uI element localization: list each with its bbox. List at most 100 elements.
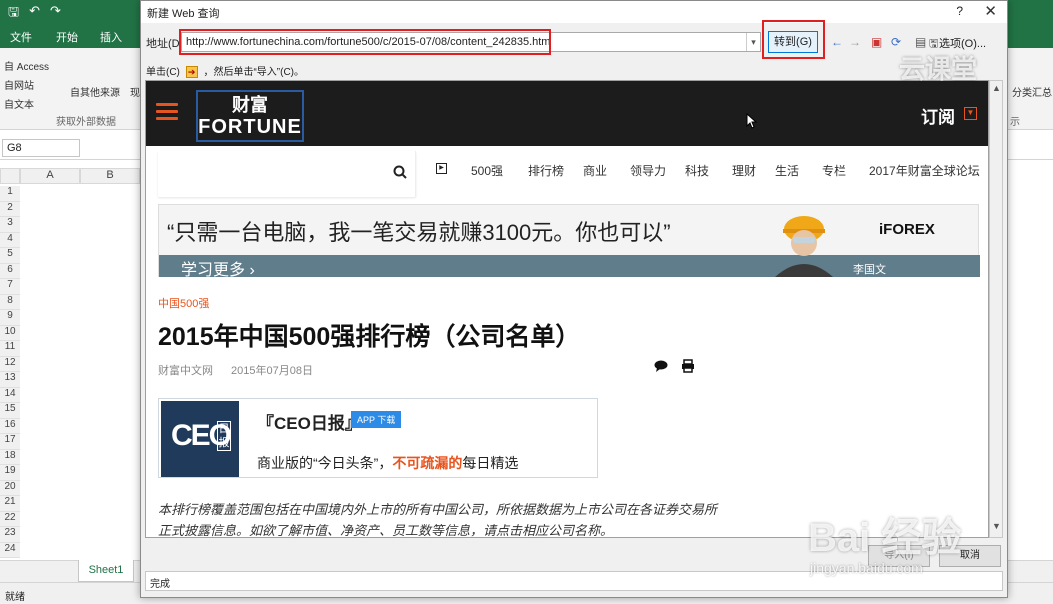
subtotal-button[interactable]: 分类汇总 xyxy=(1012,84,1052,99)
row-header[interactable]: 15 xyxy=(0,403,20,419)
ad-cta[interactable]: 学习更多 › xyxy=(181,256,255,280)
ad-person-image xyxy=(775,216,833,277)
nav-item-business[interactable]: 商业 xyxy=(583,162,607,179)
subscribe-dropdown-icon[interactable]: ▼ xyxy=(964,107,977,120)
row-header[interactable]: 2 xyxy=(0,201,20,217)
undo-icon[interactable]: ↶ xyxy=(29,3,40,25)
row-header[interactable]: 14 xyxy=(0,387,20,403)
row-header[interactable]: 4 xyxy=(0,232,20,248)
row-header[interactable]: 8 xyxy=(0,294,20,310)
fortune-logo[interactable]: 财富 FORTUNE xyxy=(196,90,304,142)
row-header[interactable]: 1 xyxy=(0,186,20,202)
hint-suffix: ，然后单击“导入”(C)。 xyxy=(203,67,304,78)
row-header[interactable]: 13 xyxy=(0,372,20,388)
tab-insert[interactable]: 插入 xyxy=(100,29,122,45)
select-all-corner[interactable] xyxy=(0,168,20,184)
from-web-button[interactable]: 自网站 xyxy=(4,77,34,92)
stop-icon[interactable]: ▣ xyxy=(871,35,882,49)
ad-person-name: 李国文 xyxy=(853,264,886,276)
mouse-cursor-icon xyxy=(746,113,758,129)
ad-brand: iFOREX xyxy=(879,221,935,238)
nav-item-tech[interactable]: 科技 xyxy=(685,162,709,179)
nav-item-life[interactable]: 生活 xyxy=(775,162,799,179)
web-scrollbar[interactable]: ▲ ▼ xyxy=(989,80,1003,538)
instruction-text: 单击(C) ➔ ，然后单击“导入”(C)。 xyxy=(146,63,304,79)
save-icon[interactable]: 🖫 xyxy=(8,3,19,25)
ceo-daily-title: 『CEO日报』 xyxy=(257,414,362,433)
tab-home[interactable]: 开始 xyxy=(56,29,78,45)
row-header[interactable]: 17 xyxy=(0,434,20,450)
column-header-b[interactable]: B xyxy=(80,168,140,184)
address-dropdown-icon[interactable]: ▾ xyxy=(746,33,760,51)
column-header-a[interactable]: A xyxy=(20,168,80,184)
sheet-tab-sheet1[interactable]: Sheet1 xyxy=(78,560,134,582)
row-header[interactable]: 23 xyxy=(0,527,20,543)
nav-item-forum[interactable]: 2017年财富全球论坛 xyxy=(869,162,980,179)
baidu-url-watermark: jingyan.baidu.com xyxy=(810,560,923,576)
ceo-daily-logo: CEO 日报 xyxy=(161,401,239,477)
ceo-logo-sub: 日报 xyxy=(217,421,231,451)
print-icon[interactable] xyxy=(681,359,695,373)
back-arrow-icon[interactable]: ← xyxy=(831,35,843,49)
nav-item-rankings[interactable]: 排行榜 xyxy=(528,162,564,179)
row-header[interactable]: 19 xyxy=(0,465,20,481)
row-header[interactable]: 21 xyxy=(0,496,20,512)
row-header[interactable]: 22 xyxy=(0,511,20,527)
name-box[interactable]: G8 xyxy=(2,139,80,157)
nav-item-finance[interactable]: 理财 xyxy=(732,162,756,179)
subscribe-link[interactable]: 订阅 xyxy=(921,103,955,128)
quick-access-toolbar: 🖫 ↶ ↷ xyxy=(8,3,61,25)
article-date: 2015年07月08日 xyxy=(231,365,313,377)
scroll-up-icon[interactable]: ▲ xyxy=(992,83,1001,93)
highlight-go-button xyxy=(762,20,825,59)
row-header[interactable]: 24 xyxy=(0,542,20,558)
article-source: 财富中文网 xyxy=(158,365,213,377)
row-header[interactable]: 11 xyxy=(0,341,20,357)
refresh-icon[interactable]: ⟳ xyxy=(891,35,901,49)
comment-icon[interactable] xyxy=(654,360,668,372)
row-header[interactable]: 16 xyxy=(0,418,20,434)
forward-arrow-icon[interactable]: → xyxy=(849,35,861,49)
video-play-icon[interactable]: ▶ xyxy=(436,163,447,174)
ribbon-group-label: 获取外部数据 xyxy=(56,117,116,128)
row-header[interactable]: 18 xyxy=(0,449,20,465)
logo-cn: 财富 xyxy=(232,95,268,115)
highlight-address xyxy=(179,29,551,55)
article-description: 本排行榜覆盖范围包括在中国境内外上市的所有中国公司，所依据数据为上市公司在各证券… xyxy=(158,502,718,538)
app-download-badge[interactable]: APP 下载 xyxy=(351,411,402,428)
ad-banner[interactable]: “只需一台电脑，我一笔交易就赚3100元。你也可以” 学习更多 › iFOREX… xyxy=(158,204,980,280)
from-text-button[interactable]: 自文本 xyxy=(4,96,34,111)
row-header[interactable]: 20 xyxy=(0,480,20,496)
search-icon[interactable] xyxy=(393,165,407,179)
tagline-part-c: 每日精选 xyxy=(462,455,519,471)
other-sources-button[interactable]: 自其他来源 xyxy=(70,84,120,99)
close-icon[interactable]: ✕ xyxy=(984,2,997,20)
article-title: 2015年中国500强排行榜（公司名单） xyxy=(158,323,581,351)
row-header[interactable]: 3 xyxy=(0,217,20,233)
site-header: 财富 FORTUNE 订阅 ▼ xyxy=(146,81,988,146)
nav-item-500[interactable]: 500强 xyxy=(471,162,503,179)
nav-item-column[interactable]: 专栏 xyxy=(822,162,846,179)
row-header[interactable]: 7 xyxy=(0,279,20,295)
existing-connections-button[interactable]: 现 xyxy=(130,84,140,99)
web-preview[interactable]: 财富 FORTUNE 订阅 ▼ ▶ 500强 排行榜 商业 领导力 科技 理财 xyxy=(145,80,989,538)
row-header[interactable]: 10 xyxy=(0,325,20,341)
article-category[interactable]: 中国500强 xyxy=(158,295,209,311)
scroll-down-icon[interactable]: ▼ xyxy=(992,521,1001,531)
site-search-input[interactable] xyxy=(158,151,416,197)
hide-icons-icon[interactable]: ▤ xyxy=(915,35,926,49)
help-icon[interactable]: ? xyxy=(956,4,963,18)
row-header[interactable]: 6 xyxy=(0,263,20,279)
row-header[interactable]: 9 xyxy=(0,310,20,326)
row-header[interactable]: 12 xyxy=(0,356,20,372)
tagline-part-a: 商业版的“今日头条”， xyxy=(257,455,393,471)
row-header[interactable]: 5 xyxy=(0,248,20,264)
dialog-title-bar: 新建 Web 查询 xyxy=(141,1,1007,23)
nav-item-leadership[interactable]: 领导力 xyxy=(630,162,666,179)
ceo-daily-promo[interactable]: CEO 日报 『CEO日报』 APP 下载 商业版的“今日头条”，不可疏漏的每日… xyxy=(158,398,598,478)
hamburger-menu-icon[interactable] xyxy=(156,103,178,121)
from-access-button[interactable]: 自 Access xyxy=(4,58,49,73)
tab-file[interactable]: 文件 xyxy=(10,29,32,45)
redo-icon[interactable]: ↷ xyxy=(50,3,61,25)
baidu-watermark: Bai 经验 xyxy=(808,516,962,560)
